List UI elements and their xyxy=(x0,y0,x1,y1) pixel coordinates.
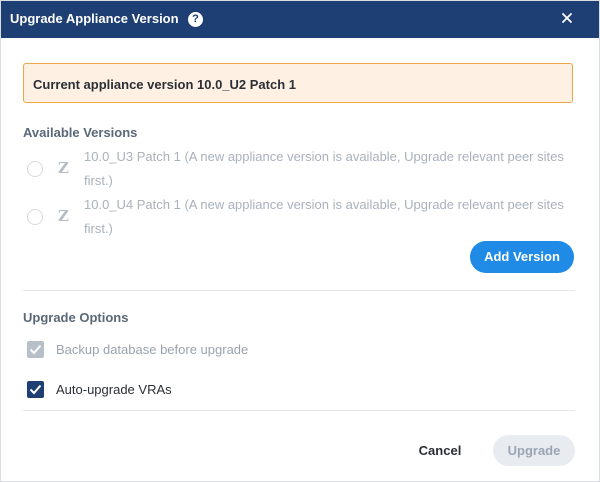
version-label: 10.0_U3 Patch 1 (A new appliance version… xyxy=(84,149,564,188)
close-icon[interactable] xyxy=(558,9,576,27)
upgrade-options-heading: Upgrade Options xyxy=(23,310,129,325)
zerto-logo-icon: Z xyxy=(58,159,69,177)
add-version-button[interactable]: Add Version xyxy=(470,241,574,273)
auto-upgrade-vras-label: Auto-upgrade VRAs xyxy=(56,382,172,397)
upgrade-button[interactable]: Upgrade xyxy=(493,435,575,466)
backup-database-checkbox[interactable] xyxy=(27,341,44,358)
backup-database-label: Backup database before upgrade xyxy=(56,342,249,357)
zerto-logo-icon: Z xyxy=(58,207,69,225)
auto-upgrade-vras-checkbox[interactable] xyxy=(27,381,44,398)
version-radio[interactable] xyxy=(27,161,43,177)
version-label: 10.0_U4 Patch 1 (A new appliance version… xyxy=(84,197,564,236)
help-icon[interactable]: ? xyxy=(188,12,203,27)
cancel-button[interactable]: Cancel xyxy=(407,437,473,465)
current-version-banner: Current appliance version 10.0_U2 Patch … xyxy=(23,63,573,103)
footer-divider xyxy=(23,410,575,411)
version-radio[interactable] xyxy=(27,209,43,225)
dialog-header: Upgrade Appliance Version ? xyxy=(1,1,599,38)
upgrade-dialog: Upgrade Appliance Version ? Current appl… xyxy=(0,0,600,482)
current-version-text: Current appliance version 10.0_U2 Patch … xyxy=(33,77,296,92)
dialog-title: Upgrade Appliance Version xyxy=(10,11,179,26)
available-versions-heading: Available Versions xyxy=(23,125,138,140)
section-divider xyxy=(23,290,575,291)
